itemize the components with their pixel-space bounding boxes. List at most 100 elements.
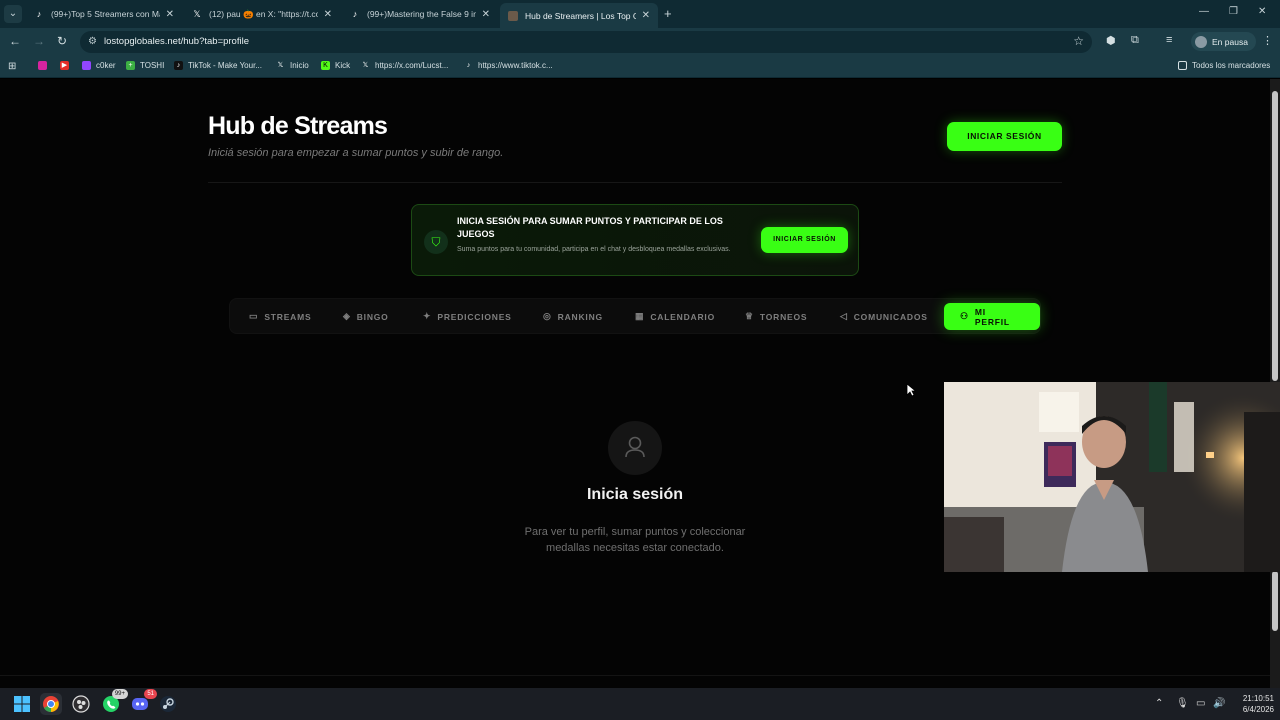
bookmark-label: https://x.com/Lucst... bbox=[375, 61, 449, 70]
page-title: Hub de Streams bbox=[208, 112, 388, 140]
monitor-icon: ▭ bbox=[249, 311, 259, 321]
back-icon[interactable]: ← bbox=[9, 34, 21, 48]
sparkle-icon: ✦ bbox=[423, 311, 432, 321]
tab-mi-perfil[interactable]: ⚇ MI PERFIL bbox=[944, 303, 1040, 330]
site-info-icon[interactable]: ⚙ bbox=[88, 36, 97, 47]
volume-icon[interactable]: 🔊 bbox=[1213, 698, 1225, 709]
chrome-icon[interactable] bbox=[40, 693, 62, 715]
tiktok-icon: ♪ bbox=[466, 62, 471, 69]
megaphone-icon: ◁ bbox=[840, 311, 848, 321]
tab-calendario[interactable]: ▦ CALENDARIO bbox=[635, 303, 715, 330]
tab-label: STREAMS bbox=[264, 311, 312, 322]
bookmark-tiktok[interactable]: ♪ TikTok - Make Your... bbox=[174, 61, 262, 70]
tab-torneos[interactable]: ♕ TORNEOS bbox=[745, 303, 807, 330]
browser-tab-1[interactable]: ♪ (99+)Top 5 Streamers con Más ✕ bbox=[26, 3, 182, 25]
x-icon: 𝕏 bbox=[362, 62, 369, 69]
tab-title: (99+)Mastering the False 9 in F bbox=[367, 9, 476, 19]
tiktok-icon: ♪ bbox=[174, 61, 183, 70]
page-subtitle: Iniciá sesión para empezar a sumar punto… bbox=[208, 147, 504, 159]
close-window-icon[interactable]: ✕ bbox=[1258, 6, 1266, 17]
folder-icon bbox=[1178, 61, 1187, 70]
network-icon[interactable]: ▭ bbox=[1196, 698, 1205, 709]
tab-label: PREDICCIONES bbox=[437, 311, 512, 322]
close-icon[interactable]: ✕ bbox=[642, 10, 650, 21]
windows-start-icon[interactable] bbox=[11, 693, 33, 715]
tab-label: COMUNICADOS bbox=[853, 311, 928, 322]
tab-streams[interactable]: ▭ STREAMS bbox=[249, 303, 311, 330]
bookmark-label: TikTok - Make Your... bbox=[188, 61, 262, 70]
tab-label: CALENDARIO bbox=[650, 311, 715, 322]
profile-placeholder-avatar bbox=[608, 421, 662, 475]
bookmark-c0ker[interactable]: c0ker bbox=[82, 61, 116, 70]
instagram-icon bbox=[38, 61, 47, 70]
apps-grid-icon[interactable]: ⊞ bbox=[8, 61, 16, 72]
bookmark-inicio[interactable]: 𝕏 Inicio bbox=[276, 61, 309, 70]
discord-icon[interactable]: 51 bbox=[129, 689, 157, 715]
tray-expand-icon[interactable]: ⌃ bbox=[1155, 698, 1163, 709]
bookmark-x-lucst[interactable]: 𝕏https://x.com/Lucst... bbox=[361, 61, 449, 70]
bookmark-toshi[interactable]: + TOSHI bbox=[126, 61, 164, 70]
bookmark-label: Inicio bbox=[290, 61, 309, 70]
x-icon: 𝕏 bbox=[193, 9, 201, 19]
ticket-icon: ◈ bbox=[343, 311, 351, 321]
whatsapp-icon[interactable]: 99+ bbox=[100, 689, 128, 715]
browser-tab-4-active[interactable]: Hub de Streamers | Los Top Glo ✕ bbox=[500, 3, 658, 28]
youtube-icon: ▶ bbox=[60, 61, 69, 70]
bookmark-label: Kick bbox=[335, 61, 351, 70]
tab-title: Hub de Streamers | Los Top Glo bbox=[525, 10, 636, 21]
minimize-icon[interactable]: — bbox=[1199, 6, 1209, 17]
new-tab-button[interactable]: + bbox=[664, 6, 672, 21]
close-icon[interactable]: ✕ bbox=[482, 9, 490, 20]
scrollbar-thumb[interactable] bbox=[1272, 91, 1278, 381]
extension-icon[interactable]: ⬢ bbox=[1106, 34, 1116, 47]
bookmark-kick[interactable]: K Kick bbox=[321, 61, 350, 70]
bookmark-youtube[interactable]: ▶ bbox=[60, 61, 74, 70]
tab-ranking[interactable]: ◎ RANKING bbox=[543, 303, 603, 330]
login-button[interactable]: INICIAR SESIÓN bbox=[947, 122, 1062, 151]
browser-tab-2[interactable]: 𝕏 (12) pau 🎃 en X: "https://t.co/l ✕ bbox=[184, 3, 340, 25]
webcam-overlay bbox=[944, 382, 1280, 572]
tab-bingo[interactable]: ◈ BINGO bbox=[343, 303, 389, 330]
url-text[interactable]: lostopglobales.net/hub?tab=profile bbox=[104, 36, 249, 47]
bookmark-instagram[interactable] bbox=[38, 61, 52, 70]
close-icon[interactable]: ✕ bbox=[166, 9, 174, 20]
banner-login-button[interactable]: INICIAR SESIÓN bbox=[761, 227, 848, 253]
obs-icon[interactable] bbox=[70, 693, 92, 715]
tab-label: MI PERFIL bbox=[974, 306, 1010, 327]
medal-icon: ◎ bbox=[543, 311, 552, 321]
scrollbar-thumb-secondary[interactable] bbox=[1272, 571, 1278, 631]
browser-tab-strip: ⌄ ♪ (99+)Top 5 Streamers con Más ✕ 𝕏 (12… bbox=[0, 0, 1280, 28]
hub-tab-nav: ▭ STREAMS ◈ BINGO ✦ PREDICCIONES ◎ RANKING ▦… bbox=[229, 298, 1041, 334]
reload-icon[interactable]: ↻ bbox=[57, 34, 67, 48]
all-bookmarks-folder[interactable]: Todos los marcadores bbox=[1178, 61, 1270, 70]
profile-button[interactable]: En pausa bbox=[1191, 32, 1256, 51]
extensions-puzzle-icon[interactable]: ⧉ bbox=[1131, 34, 1139, 47]
shield-icon: ⛉ bbox=[424, 230, 448, 254]
tab-predicciones[interactable]: ✦ PREDICCIONES bbox=[423, 303, 512, 330]
tab-title: (99+)Top 5 Streamers con Más bbox=[51, 9, 160, 19]
bookmark-star-icon[interactable]: ☆ bbox=[1073, 34, 1084, 48]
forward-icon[interactable]: → bbox=[33, 34, 45, 48]
steam-icon[interactable] bbox=[157, 693, 179, 715]
tab-search-button[interactable]: ⌄ bbox=[4, 5, 22, 23]
tab-comunicados[interactable]: ◁ COMUNICADOS bbox=[840, 303, 928, 330]
close-icon[interactable]: ✕ bbox=[324, 9, 332, 20]
user-icon: ⚇ bbox=[960, 311, 969, 321]
menu-kebab-icon[interactable]: ⋮ bbox=[1262, 34, 1273, 47]
x-icon: 𝕏 bbox=[277, 62, 284, 69]
microphone-icon[interactable]: 🎙 bbox=[1176, 698, 1189, 709]
media-control-icon[interactable]: ≡ bbox=[1166, 34, 1172, 46]
bookmark-tiktok-url[interactable]: ♪ https://www.tiktok.c... bbox=[464, 61, 553, 70]
tab-label: RANKING bbox=[557, 311, 603, 322]
browser-tab-3[interactable]: ♪ (99+)Mastering the False 9 in F ✕ bbox=[342, 3, 498, 25]
address-bar[interactable]: ⚙ lostopglobales.net/hub?tab=profile ☆ bbox=[80, 31, 1092, 53]
bookmarks-bar: ⊞ ▶ c0ker + TOSHI ♪ TikTok - Make Your... … bbox=[0, 55, 1280, 78]
footer-divider bbox=[0, 675, 1270, 676]
banner-title: INICIA SESIÓN PARA SUMAR PUNTOS Y PARTIC… bbox=[457, 216, 723, 239]
banner-description: Suma puntos para tu comunidad, participa… bbox=[457, 246, 731, 253]
kick-icon: + bbox=[126, 61, 135, 70]
restore-icon[interactable]: ❐ bbox=[1229, 6, 1238, 17]
clock-date: 6/4/2026 bbox=[1242, 705, 1274, 714]
system-clock[interactable]: 21:10:51 6/4/2026 bbox=[1232, 693, 1274, 715]
bookmark-label: c0ker bbox=[96, 61, 116, 70]
